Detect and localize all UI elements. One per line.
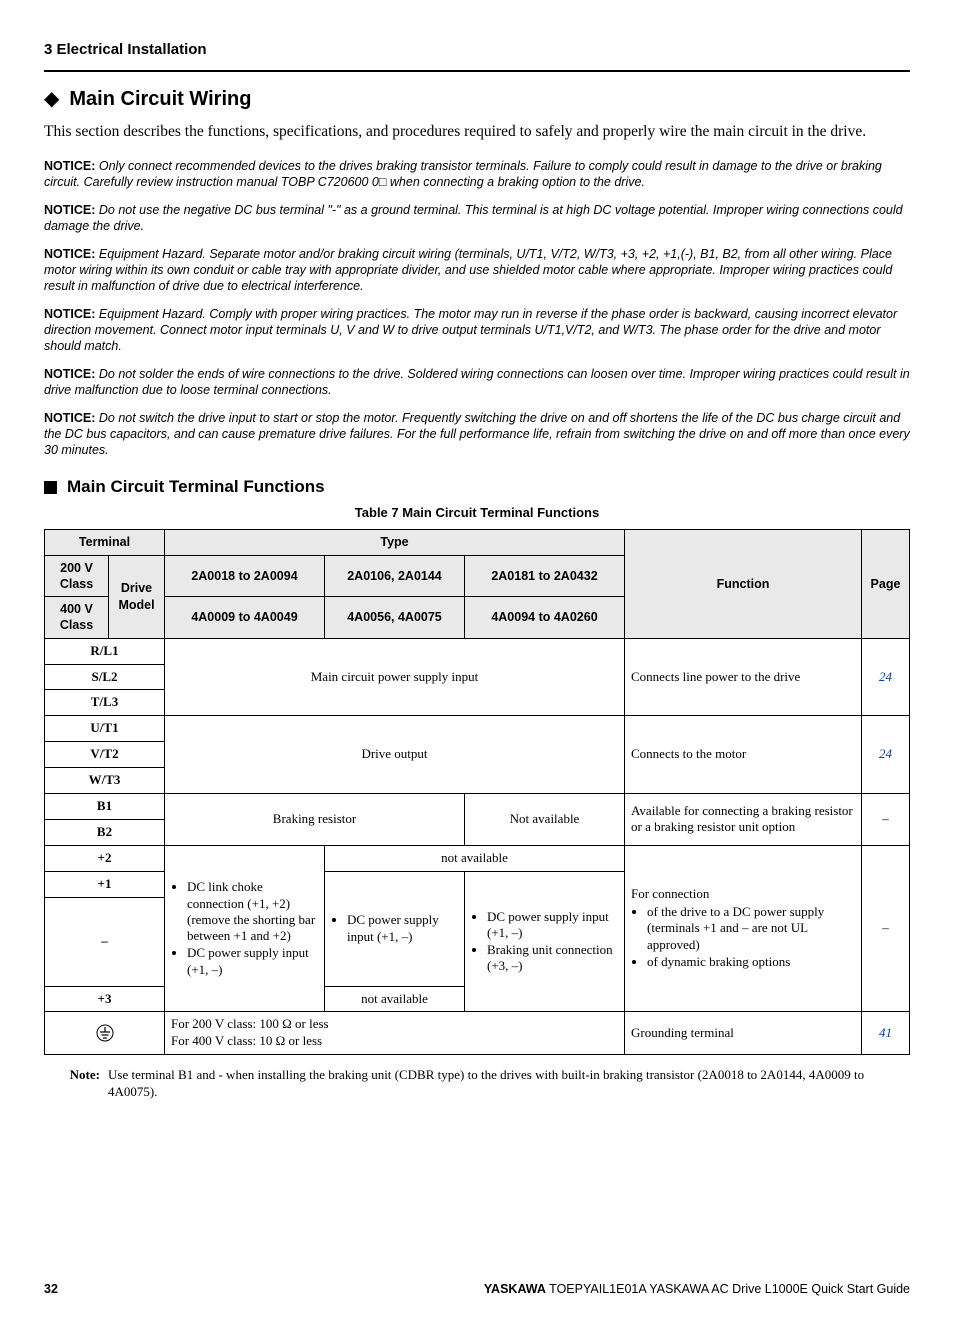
cell-type-col1: DC link choke connection (+1, +2) (remov… [165,845,325,1012]
th-r2c1: 4A0009 to 4A0049 [165,597,325,639]
table-row: Terminal Type Function Page [45,530,910,555]
footer-brand: YASKAWA [484,1282,546,1296]
th-r1c1: 2A0018 to 2A0094 [165,555,325,597]
page-footer: 32 YASKAWA TOEPYAIL1E01A YASKAWA AC Driv… [44,1281,910,1297]
cell-terminal: B2 [45,819,165,845]
note-label: Note: [44,1067,108,1101]
cell-function: For connection of the drive to a DC powe… [625,845,862,1012]
notice-2: NOTICE: Do not use the negative DC bus t… [44,202,910,234]
cell-function: Connects line power to the drive [625,638,862,716]
table-row: +2 DC link choke connection (+1, +2) (re… [45,845,910,871]
cell-terminal: – [45,897,165,986]
notice-body: Do not solder the ends of wire connectio… [44,367,910,397]
header-rule [44,70,910,72]
notice-5: NOTICE: Do not solder the ends of wire c… [44,366,910,398]
notice-body: Do not switch the drive input to start o… [44,411,910,457]
notice-6: NOTICE: Do not switch the drive input to… [44,410,910,458]
cell-page-link[interactable]: 41 [862,1012,910,1055]
cell-terminal: W/T3 [45,768,165,794]
list-item: of dynamic braking options [647,954,855,970]
th-page: Page [862,530,910,638]
cell-function: Available for connecting a braking resis… [625,794,862,846]
cell-type-col3: DC power supply input (+1, –) Braking un… [465,871,625,1012]
cell-na: not available [325,845,625,871]
cell-terminal: +3 [45,986,165,1012]
ground-type-l2: For 400 V class: 10 Ω or less [171,1033,618,1050]
cell-type: For 200 V class: 100 Ω or less For 400 V… [165,1012,625,1055]
cell-terminal: R/L1 [45,638,165,664]
list-item: DC power supply input (+1, –) [187,945,318,978]
notice-4: NOTICE: Equipment Hazard. Comply with pr… [44,306,910,354]
list-item: Braking unit connection (+3, –) [487,942,618,975]
cell-terminal: B1 [45,794,165,820]
cell-function: Grounding terminal [625,1012,862,1055]
cell-type: Drive output [165,716,625,794]
chapter-header: 3 Electrical Installation [44,40,910,66]
cell-function: Connects to the motor [625,716,862,794]
cell-type: Braking resistor [165,794,465,846]
square-icon [44,481,57,494]
cell-na: not available [325,986,465,1012]
cell-type: Main circuit power supply input [165,638,625,716]
note-body: Use terminal B1 and - when installing th… [108,1067,910,1101]
heading-1: ◆ Main Circuit Wiring [44,86,910,112]
cell-terminal: +2 [45,845,165,871]
notice-label: NOTICE: [44,203,95,217]
notice-label: NOTICE: [44,159,95,173]
th-function: Function [625,530,862,638]
th-terminal: Terminal [45,530,165,555]
th-r2c3: 4A0094 to 4A0260 [465,597,625,639]
cell-terminal: T/L3 [45,690,165,716]
func-intro: For connection [631,886,709,901]
cell-page: – [862,794,910,846]
table-row: R/L1 Main circuit power supply input Con… [45,638,910,664]
table-row: U/T1 Drive output Connects to the motor … [45,716,910,742]
list-item: DC link choke connection (+1, +2) (remov… [187,879,318,944]
heading-1-title: Main Circuit Wiring [69,86,251,112]
ground-type-l1: For 200 V class: 100 Ω or less [171,1016,618,1033]
cell-na: Not available [465,794,625,846]
list-item: of the drive to a DC power supply (termi… [647,904,855,953]
th-type: Type [165,530,625,555]
notice-label: NOTICE: [44,367,95,381]
th-drive-model: Drive Model [109,555,165,638]
heading-2: Main Circuit Terminal Functions [44,476,910,498]
th-r2c2: 4A0056, 4A0075 [325,597,465,639]
list-item: DC power supply input (+1, –) [347,912,458,945]
notice-body: Equipment Hazard. Comply with proper wir… [44,307,897,353]
cell-terminal: +1 [45,871,165,897]
cell-terminal: V/T2 [45,742,165,768]
notice-body: Do not use the negative DC bus terminal … [44,203,903,233]
table-row: For 200 V class: 100 Ω or less For 400 V… [45,1012,910,1055]
notice-3: NOTICE: Equipment Hazard. Separate motor… [44,246,910,294]
cell-page: – [862,845,910,1012]
footer-title: TOEPYAIL1E01A YASKAWA AC Drive L1000E Qu… [546,1282,910,1296]
cell-page-link[interactable]: 24 [862,716,910,794]
notice-1: NOTICE: Only connect recommended devices… [44,158,910,190]
th-r1c3: 2A0181 to 2A0432 [465,555,625,597]
notice-label: NOTICE: [44,247,95,261]
intro-paragraph: This section describes the functions, sp… [44,122,910,143]
heading-2-title: Main Circuit Terminal Functions [67,476,325,498]
cell-type-col2: DC power supply input (+1, –) [325,871,465,986]
table-row: B1 Braking resistor Not available Availa… [45,794,910,820]
notice-body: Only connect recommended devices to the … [44,159,882,189]
note: Note: Use terminal B1 and - when install… [44,1067,910,1101]
list-item: DC power supply input (+1, –) [487,909,618,942]
cell-terminal: U/T1 [45,716,165,742]
th-r1c2: 2A0106, 2A0144 [325,555,465,597]
cell-page-link[interactable]: 24 [862,638,910,716]
terminal-functions-table: Terminal Type Function Page 200 V Class … [44,529,910,1055]
footer-doc-id: YASKAWA TOEPYAIL1E01A YASKAWA AC Drive L… [484,1281,910,1297]
notice-body: Equipment Hazard. Separate motor and/or … [44,247,892,293]
cell-terminal: S/L2 [45,664,165,690]
table-caption: Table 7 Main Circuit Terminal Functions [44,505,910,522]
notice-label: NOTICE: [44,411,95,425]
diamond-icon: ◆ [44,86,59,112]
footer-page-number: 32 [44,1281,58,1297]
th-200v: 200 V Class [45,555,109,597]
th-400v: 400 V Class [45,597,109,639]
notice-label: NOTICE: [44,307,95,321]
ground-icon [45,1012,165,1055]
